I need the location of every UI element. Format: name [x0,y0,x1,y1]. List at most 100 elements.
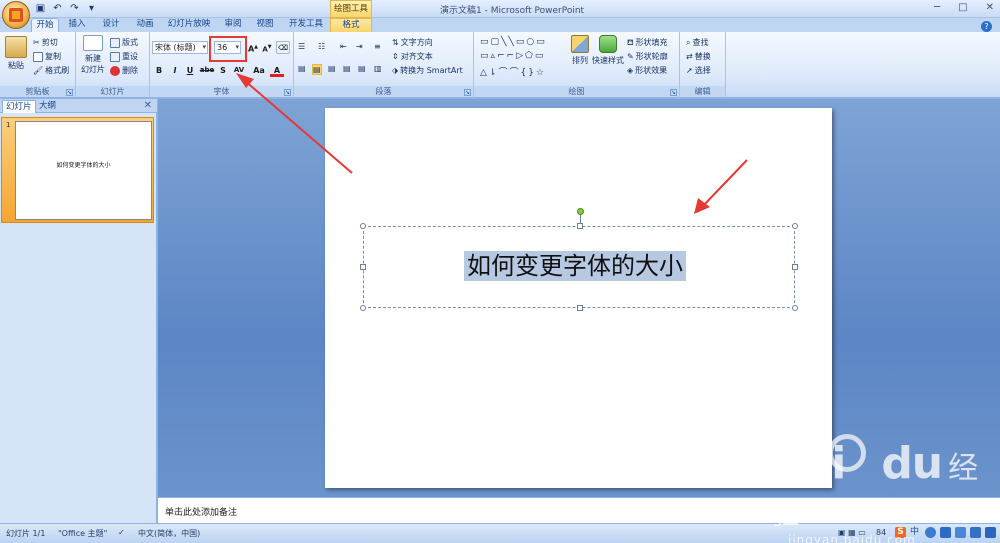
paragraph-launcher-icon[interactable]: ↘ [464,89,471,96]
layout-button[interactable]: 版式 [110,37,138,48]
convert-smartart-button[interactable]: ⬗ 转换为 SmartArt [392,65,463,76]
decrease-indent-button[interactable]: ⇤ [340,42,347,51]
shape-outline-button[interactable]: ✎ 形状轮廓 [627,51,668,62]
grow-font-button[interactable]: A▲ [246,41,260,54]
reset-icon [110,51,120,62]
notes-placeholder: 单击此处添加备注 [165,508,238,518]
strikethrough-button[interactable]: abe [198,64,216,77]
find-button[interactable]: ⌕ 查找 [686,37,708,48]
shrink-font-button[interactable]: A▼ [260,41,274,54]
distributed-icon: ▤ [358,64,366,73]
paste-button[interactable]: 粘贴 [4,36,28,71]
help-icon[interactable]: ? [981,21,992,32]
line-spacing-button[interactable]: ≡ [374,42,381,51]
tab-slides[interactable]: 幻灯片 [2,100,36,113]
underline-button[interactable]: U [183,64,197,77]
close-icon[interactable]: ✕ [144,100,152,111]
bullets-button[interactable]: ☰ [298,42,305,51]
numbering-button[interactable]: ☷ [318,42,325,51]
justify-button[interactable]: ▤ [343,64,351,73]
close-icon[interactable]: ✕ [986,2,994,13]
tab-home[interactable]: 开始 [31,18,59,32]
font-color-button[interactable]: A [270,64,284,77]
window-title: 演示文稿1 - Microsoft PowerPoint [440,6,585,16]
select-button[interactable]: ➚ 选择 [686,65,711,76]
resize-handle-n[interactable] [577,223,583,229]
align-center-button[interactable]: ▤ [312,64,322,75]
text-direction-icon: ⇅ [392,38,399,47]
ribbon: 粘贴 ✂ 剪切 复制 🖌 格式刷 剪贴板 ↘ 新建 幻灯片 版式 重设 删除 幻灯片… [0,32,1000,98]
clear-format-icon[interactable]: ⌫ [276,41,290,54]
align-left-button[interactable]: ▤ [298,64,306,73]
save-icon[interactable]: ▣ [34,2,47,15]
align-right-icon: ▤ [328,64,336,73]
undo-icon[interactable]: ↶ [51,2,64,15]
resize-handle-ne[interactable] [792,223,798,229]
resize-handle-nw[interactable] [360,223,366,229]
resize-handle-e[interactable] [792,264,798,270]
slide-thumbnail[interactable]: 如何变更字体的大小 [15,121,152,220]
drawing-launcher-icon[interactable]: ↘ [670,89,677,96]
tab-insert[interactable]: 插入 [63,18,91,32]
reset-button[interactable]: 重设 [110,51,138,62]
tab-format[interactable]: 格式 [330,18,372,32]
font-name-combo[interactable]: 宋体 (标题) ▾ [152,41,208,54]
columns-button[interactable]: ▥ [374,64,382,73]
tab-design[interactable]: 设计 [97,18,125,32]
slide-thumbnail-selected[interactable]: 1 如何变更字体的大小 [1,117,154,223]
spellcheck-icon[interactable]: ✓ [118,528,125,537]
brush-icon: 🖌 [33,66,44,75]
distributed-button[interactable]: ▤ [358,64,366,73]
redo-icon[interactable]: ↷ [68,2,81,15]
align-text-button[interactable]: ⇕ 对齐文本 [392,51,433,62]
bold-button[interactable]: B [152,64,166,77]
increase-indent-button[interactable]: ⇥ [356,42,363,51]
tab-developer[interactable]: 开发工具 [286,18,326,32]
quick-styles-icon [599,35,617,53]
shapes-gallery-row-3[interactable]: △⇂⌒⌒{}☆ [480,65,546,78]
rotation-handle[interactable] [577,208,584,215]
clipboard-launcher-icon[interactable]: ↘ [66,89,73,96]
resize-handle-w[interactable] [360,264,366,270]
delete-slide-button[interactable]: 删除 [110,65,138,76]
new-slide-button[interactable]: 新建 幻灯片 [79,35,107,75]
cut-button[interactable]: ✂ 剪切 [33,37,58,48]
copy-button[interactable]: 复制 [33,51,61,62]
tab-view[interactable]: 视图 [252,18,278,32]
watermark-url: jingyan.baidu.com [788,533,916,543]
justify-icon: ▤ [343,64,351,73]
font-launcher-icon[interactable]: ↘ [284,89,291,96]
title-textbox[interactable]: 如何变更字体的大小 [360,208,798,311]
slide-number: 1 [6,121,11,129]
italic-button[interactable]: I [168,64,182,77]
shape-fill-button[interactable]: ⛾ 形状填充 [627,37,668,48]
slide-canvas[interactable]: 如何变更字体的大小 [325,108,832,488]
quick-styles-button[interactable]: 快速样式 [592,35,624,66]
replace-button[interactable]: ⇄ 替换 [686,51,711,62]
resize-handle-sw[interactable] [360,305,366,311]
tab-review[interactable]: 审阅 [220,18,246,32]
format-painter-button[interactable]: 🖌 格式刷 [33,65,69,76]
character-spacing-button[interactable]: AV [230,64,248,77]
resize-handle-se[interactable] [792,305,798,311]
text-direction-button[interactable]: ⇅ 文字方向 [392,37,433,48]
arrange-button[interactable]: 排列 [566,35,594,66]
align-right-button[interactable]: ▤ [328,64,336,73]
slide-title-text[interactable]: 如何变更字体的大小 [464,251,686,281]
paste-icon [5,36,27,58]
customize-qat-icon[interactable]: ▾ [85,2,98,15]
slides-pane: 幻灯片 大纲 ✕ 1 如何变更字体的大小 [0,99,157,523]
resize-handle-s[interactable] [577,305,583,311]
shape-effects-button[interactable]: ◈ 形状效果 [627,65,667,76]
tab-slideshow[interactable]: 幻灯片放映 [166,18,212,32]
text-shadow-button[interactable]: S [216,64,230,77]
tab-outline[interactable]: 大纲 [36,100,59,113]
replace-icon: ⇄ [686,52,693,61]
shapes-gallery[interactable]: ▭▢╲╲▭○▭ [480,37,547,47]
shapes-gallery-row-2[interactable]: ▭▵⌐⌐▷⬠▭ [480,51,545,61]
office-button[interactable] [2,1,30,29]
maximize-icon[interactable]: □ [958,2,967,13]
change-case-button[interactable]: Aa [250,64,268,77]
tab-animation[interactable]: 动画 [131,18,159,32]
minimize-icon[interactable]: ─ [934,2,940,13]
